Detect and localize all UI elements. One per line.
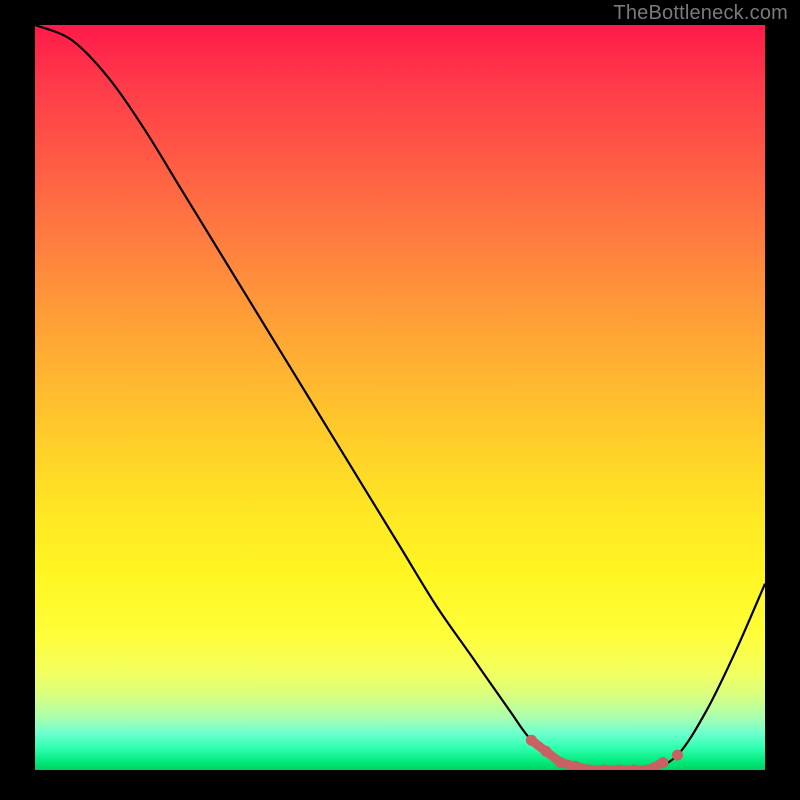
optimal-marker xyxy=(541,746,552,757)
optimal-marker xyxy=(628,765,639,771)
optimal-markers-group xyxy=(526,735,683,770)
bottleneck-curve-svg xyxy=(35,25,765,770)
optimal-marker xyxy=(599,765,610,771)
optimal-zone-stroke xyxy=(531,740,662,770)
bottleneck-curve-path xyxy=(35,25,765,770)
optimal-marker xyxy=(526,735,537,746)
plot-area xyxy=(35,25,765,770)
optimal-marker xyxy=(555,757,566,768)
attribution-text: TheBottleneck.com xyxy=(613,2,788,25)
optimal-marker xyxy=(614,765,625,771)
optimal-marker xyxy=(672,750,683,761)
optimal-marker xyxy=(657,757,668,768)
